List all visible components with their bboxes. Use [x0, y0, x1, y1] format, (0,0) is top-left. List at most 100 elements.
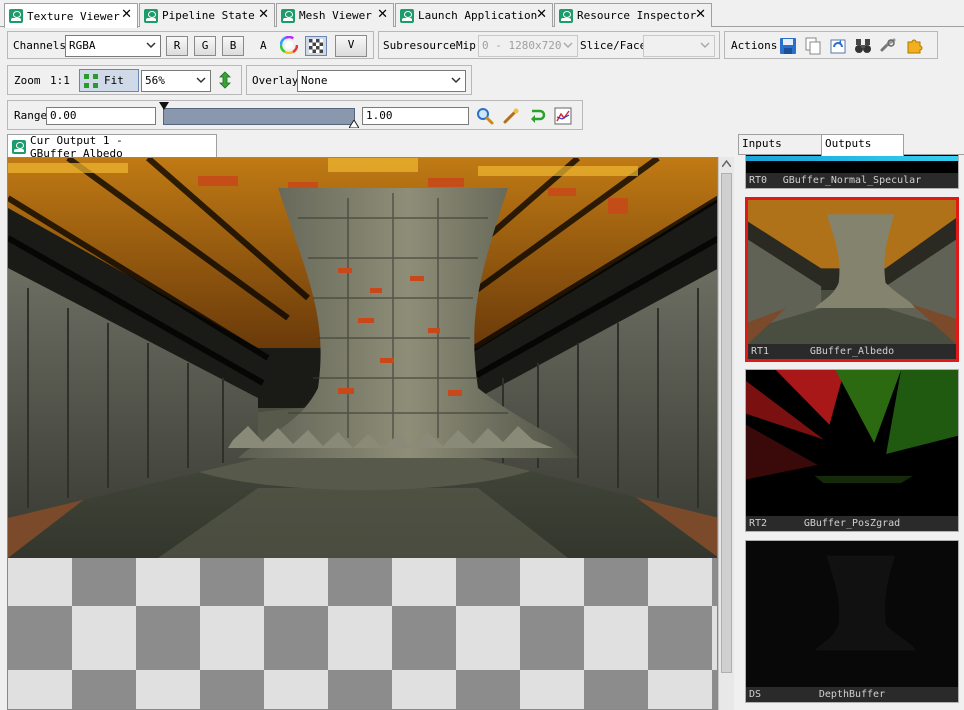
range-min-handle[interactable]: [159, 102, 169, 110]
channels-dropdown[interactable]: RGBA: [65, 35, 161, 57]
channels-label: Channels: [13, 39, 66, 52]
tab-inputs[interactable]: Inputs: [738, 134, 822, 155]
tab-texture-viewer[interactable]: Texture Viewer ✕: [4, 3, 138, 28]
albedo-preview: [748, 200, 956, 344]
tab-outputs[interactable]: Outputs: [821, 134, 904, 156]
zoom-toolbar: Zoom 1:1 Fit 56%: [7, 65, 242, 95]
tab-mesh-viewer[interactable]: Mesh Viewer ✕: [276, 3, 394, 27]
slice-face-label: Slice/Face: [580, 39, 647, 52]
thumbnail-name: GBuffer_Normal_Specular: [782, 175, 922, 186]
tab-label: Texture Viewer: [27, 9, 120, 23]
chevron-down-icon: [563, 42, 573, 49]
alpha-channel-toggle[interactable]: A: [260, 39, 267, 52]
overlay-label: Overlay: [252, 74, 299, 87]
reset-range-icon[interactable]: [528, 107, 546, 125]
puzzle-icon[interactable]: [906, 36, 924, 54]
viewer-vertical-scrollbar[interactable]: [718, 157, 734, 710]
output-tab-icon: [12, 139, 26, 154]
document-tab-bar: Texture Viewer ✕ Pipeline State ✕ Mesh V…: [0, 0, 964, 28]
thumbnail-name: GBuffer_Albedo: [809, 346, 895, 357]
thumbnail-caption: DS DepthBuffer: [746, 687, 958, 702]
subresource-toolbar: Subresource Mip 0 - 1280x720 Slice/Face: [378, 31, 720, 59]
texture-view[interactable]: [7, 157, 718, 710]
channels-value: RGBA: [69, 39, 96, 52]
current-output-label: Cur Output 1 - GBuffer_Albedo: [30, 133, 123, 160]
close-icon[interactable]: ✕: [536, 8, 547, 22]
overlay-dropdown[interactable]: None: [297, 70, 466, 92]
auto-fit-wand-icon[interactable]: [502, 107, 520, 125]
range-min-input[interactable]: 0.00: [46, 107, 156, 125]
scroll-up-arrow-icon[interactable]: [722, 160, 731, 167]
scrollbar-thumb[interactable]: [721, 173, 732, 673]
tab-resource-inspector[interactable]: Resource Inspector ✕: [554, 3, 712, 27]
checkerboard-toggle[interactable]: [305, 36, 327, 56]
tab-pipeline-state[interactable]: Pipeline State ✕: [139, 3, 275, 27]
red-channel-toggle[interactable]: R: [166, 36, 188, 56]
green-channel-toggle[interactable]: G: [194, 36, 216, 56]
tab-label: Mesh Viewer: [299, 9, 372, 22]
current-output-tab[interactable]: Cur Output 1 - GBuffer_Albedo: [7, 133, 217, 160]
thumbnail-name: GBuffer_PosZgrad: [803, 518, 901, 529]
channels-toolbar: Channels RGBA R G B A V: [7, 31, 374, 59]
mip-dropdown[interactable]: 0 - 1280x720: [478, 35, 578, 57]
chevron-down-icon: [196, 77, 206, 84]
outputs-thumbnail-list: RT0 GBuffer_Normal_Specular RT1 GBuffer_…: [738, 154, 964, 710]
actions-toolbar: Actions: [724, 31, 938, 59]
normal-specular-preview: [746, 156, 958, 161]
range-label: Range: [14, 109, 48, 122]
pipeline-state-tab-icon: [144, 8, 158, 23]
blue-channel-toggle[interactable]: B: [222, 36, 244, 56]
zoom-fit-button[interactable]: Fit: [79, 69, 139, 92]
mip-value: 0 - 1280x720: [482, 39, 562, 52]
output-thumbnail-rt2[interactable]: RT2 GBuffer_PosZgrad: [745, 369, 959, 532]
range-toolbar: Range 0.00 1.00: [7, 100, 583, 130]
close-icon[interactable]: ✕: [377, 8, 388, 22]
zoom-label: Zoom: [14, 74, 41, 87]
slice-face-dropdown[interactable]: [643, 35, 715, 57]
close-icon[interactable]: ✕: [121, 8, 132, 22]
open-external-icon[interactable]: [829, 37, 847, 55]
rendered-texture-image: [8, 158, 717, 558]
color-wheel-icon[interactable]: [280, 36, 298, 54]
zoom-one-to-one-button[interactable]: 1:1: [50, 74, 70, 87]
link-icon[interactable]: [879, 37, 897, 55]
chevron-down-icon: [451, 77, 461, 84]
flip-vertical-icon[interactable]: [216, 71, 234, 89]
chevron-down-icon: [700, 42, 710, 49]
tab-label: Pipeline State: [162, 9, 255, 22]
close-icon[interactable]: ✕: [258, 8, 269, 22]
launch-application-tab-icon: [400, 8, 414, 23]
resource-inspector-tab-icon: [559, 8, 573, 23]
binoculars-icon[interactable]: [854, 37, 872, 55]
position-zgrad-preview: [746, 370, 958, 516]
output-thumbnail-rt1[interactable]: RT1 GBuffer_Albedo: [745, 197, 959, 362]
zoom-dropdown[interactable]: 56%: [141, 70, 211, 92]
range-histogram-bar[interactable]: [163, 108, 355, 125]
chevron-down-icon: [146, 42, 156, 49]
tab-label: Launch Application: [418, 9, 538, 22]
thumbnail-name: DepthBuffer: [818, 689, 886, 700]
zoom-value: 56%: [145, 74, 165, 87]
output-thumbnail-rt0[interactable]: RT0 GBuffer_Normal_Specular: [745, 155, 959, 189]
texture-viewer-tab-icon: [9, 9, 23, 23]
range-max-input[interactable]: 1.00: [362, 107, 469, 125]
output-thumbnail-ds[interactable]: DS DepthBuffer: [745, 540, 959, 703]
more-channels-options-button[interactable]: V: [335, 35, 367, 57]
tab-label: Resource Inspector: [577, 9, 697, 22]
save-icon[interactable]: [779, 37, 797, 55]
overlay-toolbar: Overlay None: [246, 65, 472, 95]
copy-icon[interactable]: [804, 37, 822, 55]
mesh-viewer-tab-icon: [281, 8, 295, 23]
overlay-value: None: [301, 74, 328, 87]
actions-label: Actions: [731, 39, 778, 52]
fit-label: Fit: [104, 74, 124, 87]
thumbnail-caption: RT1 GBuffer_Albedo: [748, 344, 956, 359]
subresource-label: Subresource: [383, 39, 456, 52]
range-max-handle[interactable]: [349, 120, 359, 128]
tab-launch-application[interactable]: Launch Application ✕: [395, 3, 553, 27]
fit-to-window-icon: [84, 74, 98, 88]
histogram-icon[interactable]: [554, 107, 572, 125]
zoom-range-icon[interactable]: [476, 107, 494, 125]
close-icon[interactable]: ✕: [695, 8, 706, 22]
depth-buffer-preview: [746, 541, 958, 687]
